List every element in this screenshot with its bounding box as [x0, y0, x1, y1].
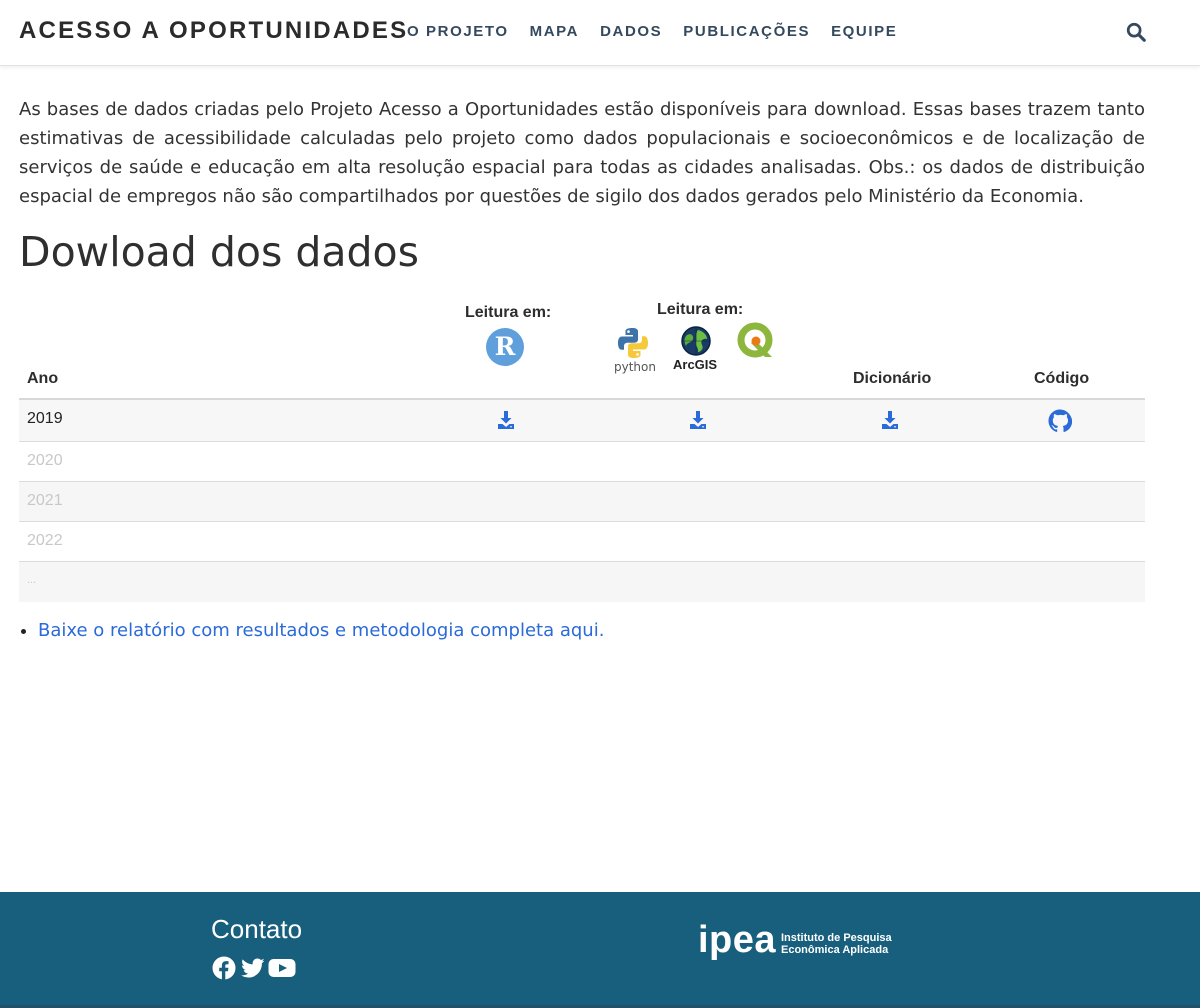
ipea-subtitle: Instituto de Pesquisa Econômica Aplicada [781, 932, 892, 956]
intro-paragraph: As bases de dados criadas pelo Projeto A… [19, 99, 1145, 207]
twitter-icon[interactable] [240, 956, 266, 980]
nav-link-equipe[interactable]: EQUIPE [831, 23, 897, 40]
youtube-icon[interactable] [268, 956, 296, 980]
header-ano: Ano [27, 370, 59, 387]
header-leitura-r: Leitura em: [465, 304, 552, 321]
nav-link-o-projeto[interactable]: O PROJETO [407, 23, 509, 40]
table-row: 2021 [19, 482, 1145, 522]
facebook-icon[interactable] [211, 956, 237, 980]
table-row: 2022 [19, 522, 1145, 562]
site-brand[interactable]: ACESSO A OPORTUNIDADES [19, 17, 408, 45]
site-footer: Contato ipea Instituto de Pesquisa Econô… [0, 892, 1200, 1008]
year-cell: 2020 [27, 452, 63, 469]
header-dicionario: Dicionário [853, 370, 932, 387]
header-codigo: Código [1034, 370, 1090, 387]
arcgis-globe-icon [681, 326, 711, 356]
search-icon[interactable] [1125, 21, 1147, 43]
header-leitura-python: Leitura em: [657, 301, 744, 318]
python-label: python [614, 360, 656, 374]
table-row: 2020 [19, 442, 1145, 482]
qgis-icon [737, 322, 773, 358]
year-cell: 2022 [27, 532, 63, 549]
table-row: ... [19, 562, 1145, 602]
site-header: ACESSO A OPORTUNIDADES O PROJETO MAPA DA… [0, 0, 1200, 66]
list-item: Baixe o relatório com resultados e metod… [38, 620, 604, 641]
download-table: Leitura em: Leitura em: R python ArcGIS … [19, 296, 1145, 602]
report-list: Baixe o relatório com resultados e metod… [38, 620, 604, 641]
page-title: Dowload dos dados [19, 228, 419, 276]
table-row: 2019 [19, 400, 1145, 442]
table-header: Leitura em: Leitura em: R python ArcGIS … [19, 296, 1145, 400]
report-link[interactable]: Baixe o relatório com resultados e metod… [38, 620, 604, 641]
main-nav: O PROJETO MAPA DADOS PUBLICAÇÕES EQUIPE [407, 23, 918, 40]
arcgis-label: ArcGIS [673, 357, 718, 372]
year-cell: 2019 [27, 410, 63, 427]
year-cell: ... [27, 574, 37, 586]
ipea-subtitle-line1: Instituto de Pesquisa [781, 932, 892, 944]
python-logo-icon [618, 328, 648, 358]
nav-link-dados[interactable]: DADOS [600, 23, 662, 40]
nav-link-publicacoes[interactable]: PUBLICAÇÕES [683, 23, 810, 40]
download-dictionary-icon[interactable] [881, 410, 899, 430]
github-icon[interactable] [1048, 409, 1072, 433]
download-r-icon[interactable] [497, 410, 515, 430]
r-logo-icon: R [486, 328, 524, 366]
ipea-logo: ipea [698, 919, 777, 961]
contact-title: Contato [211, 914, 303, 944]
nav-link-mapa[interactable]: MAPA [530, 23, 579, 40]
download-python-icon[interactable] [689, 410, 707, 430]
ipea-subtitle-line2: Econômica Aplicada [781, 944, 889, 956]
year-cell: 2021 [27, 492, 63, 509]
